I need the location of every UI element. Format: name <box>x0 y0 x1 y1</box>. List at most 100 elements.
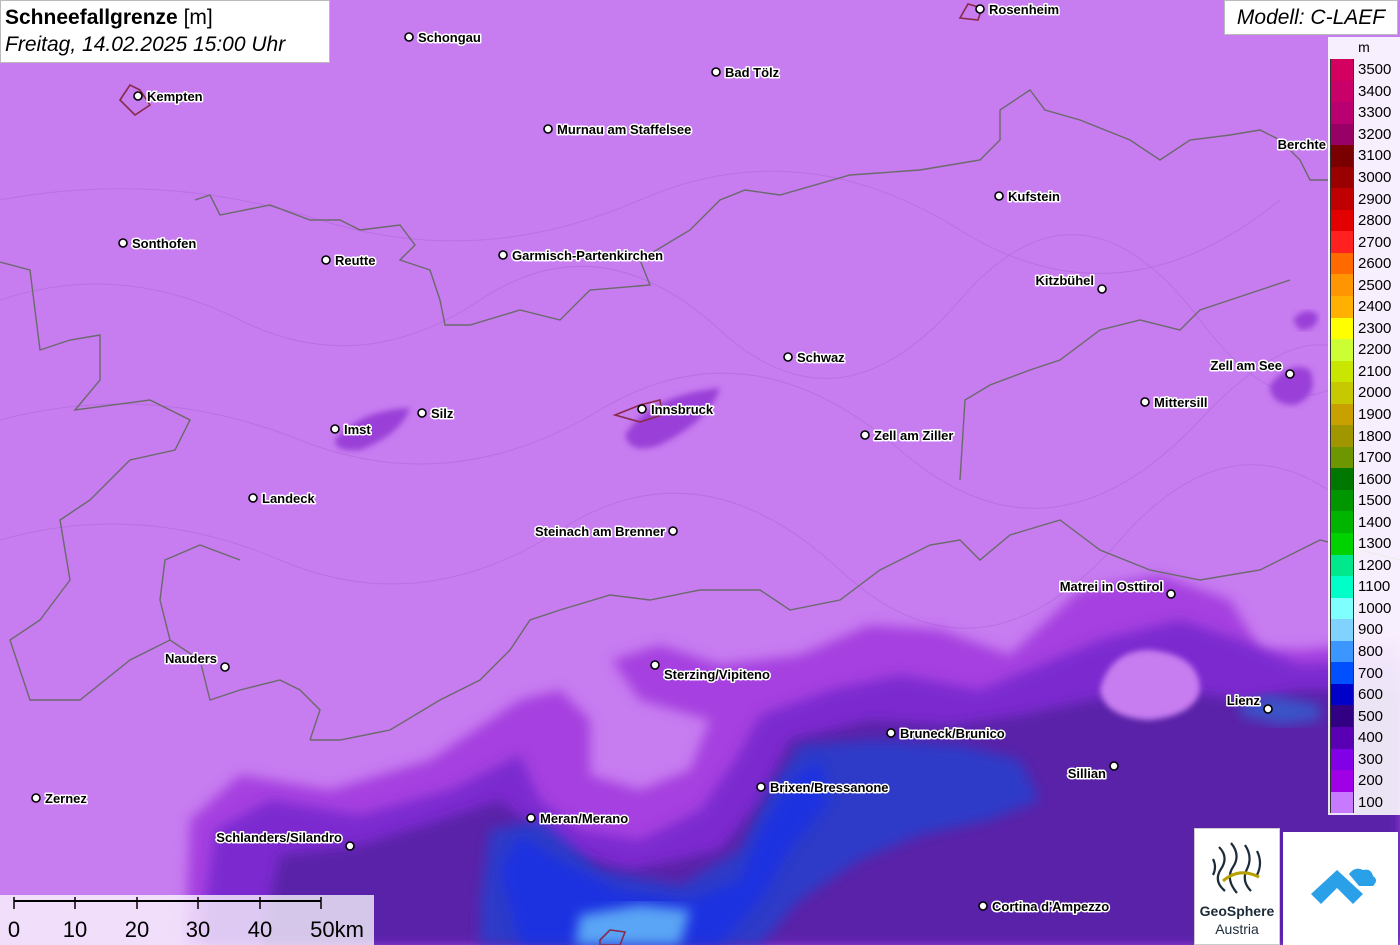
snowfall-map[interactable]: Rosenheim Schongau Kempten Bad Tölz Murnau a… <box>0 0 1400 945</box>
legend-row: 2000 <box>1330 382 1400 404</box>
legend-label: 2200 <box>1358 341 1392 359</box>
city-label: Sonthofen <box>132 236 196 251</box>
city-dot <box>526 813 536 823</box>
legend-swatch <box>1330 317 1354 340</box>
legend-row: 1500 <box>1330 489 1400 512</box>
legend-label: 1700 <box>1358 449 1392 467</box>
city-dot <box>756 782 766 792</box>
city-label: Kempten <box>147 89 203 104</box>
legend-label: 3100 <box>1358 147 1392 165</box>
legend-row: 3100 <box>1330 145 1400 167</box>
legend-row: 1200 <box>1330 554 1400 577</box>
legend-label: 500 <box>1358 707 1384 725</box>
legend-row: 2400 <box>1330 296 1400 318</box>
legend-swatch <box>1330 705 1354 727</box>
city-label: Bad Tölz <box>725 65 780 80</box>
legend-row: 800 <box>1330 640 1400 663</box>
city-label: Garmisch-Partenkirchen <box>512 248 663 263</box>
legend-label: 3300 <box>1358 104 1392 122</box>
legend-swatch <box>1330 468 1354 490</box>
legend-row: 1300 <box>1330 533 1400 555</box>
city-label: Sterzing/Vipiteno <box>664 667 770 682</box>
scale-label: 40 <box>247 917 273 942</box>
legend-label: 2800 <box>1358 212 1392 230</box>
legend-swatch <box>1330 59 1354 81</box>
legend-swatch <box>1330 662 1354 684</box>
legend-swatch <box>1330 102 1354 124</box>
legend-label: 200 <box>1358 772 1384 790</box>
city-label: Kitzbühel <box>1036 273 1095 288</box>
geosphere-name: GeoSphere <box>1199 903 1275 919</box>
scale-label: 0 <box>7 917 21 942</box>
city-label: Landeck <box>262 491 316 506</box>
legend-row: 3000 <box>1330 166 1400 189</box>
city-label: Zell am See <box>1210 358 1282 373</box>
legend-swatch <box>1330 382 1354 404</box>
city-label: Zernez <box>45 791 87 806</box>
legend-swatch <box>1330 791 1354 814</box>
city-label: Rosenheim <box>989 2 1059 17</box>
city-label: Steinach am Brenner <box>535 524 665 539</box>
legend-unit: m <box>1358 39 1370 55</box>
legend-row: 1600 <box>1330 468 1400 490</box>
legend-row: 1100 <box>1330 576 1400 598</box>
city-label: Reutte <box>335 253 375 268</box>
city-label: Lienz <box>1227 693 1261 708</box>
city-dot <box>1285 369 1295 379</box>
city-dot <box>118 238 128 248</box>
legend-row: 300 <box>1330 748 1400 771</box>
city-label: Cortina d'Ampezzo <box>992 899 1109 914</box>
legend-swatch <box>1330 274 1354 297</box>
legend-label: 3200 <box>1358 125 1392 143</box>
city-dot <box>650 660 660 670</box>
weather-app-logo[interactable] <box>1283 832 1398 945</box>
city-label: Bruneck/Brunico <box>900 726 1005 741</box>
legend-label: 2900 <box>1358 190 1392 208</box>
city-dot <box>417 408 427 418</box>
city-dot <box>1140 397 1150 407</box>
legend-swatch <box>1330 145 1354 167</box>
city-dot <box>31 793 41 803</box>
city-label: Mittersill <box>1154 395 1207 410</box>
city-dot <box>637 404 647 414</box>
legend-swatch <box>1330 446 1354 469</box>
legend-swatch <box>1330 166 1354 189</box>
legend-row: 2200 <box>1330 339 1400 361</box>
city-dot <box>860 430 870 440</box>
scale-label: 50km <box>310 917 364 942</box>
scale-bar: 0 10 20 30 40 50km <box>0 895 374 945</box>
legend-row: 1700 <box>1330 446 1400 469</box>
legend-label: 2000 <box>1358 384 1392 402</box>
city-label: Schlanders/Silandro <box>216 830 342 845</box>
legend-swatch <box>1330 683 1354 706</box>
map-datetime: Freitag, 14.02.2025 15:00 Uhr <box>5 33 286 56</box>
city-dot <box>404 32 414 42</box>
legend-row: 1000 <box>1330 597 1400 620</box>
city-label: Kufstein <box>1008 189 1060 204</box>
legend-label: 100 <box>1358 793 1384 811</box>
legend-row: 2700 <box>1330 231 1400 253</box>
legend-label: 2400 <box>1358 298 1392 316</box>
city-label: Murnau am Staffelsee <box>557 122 691 137</box>
city-dot <box>1097 284 1107 294</box>
legend-swatch <box>1330 209 1354 232</box>
legend-row: 2300 <box>1330 317 1400 340</box>
city-label: Berchte <box>1278 137 1326 152</box>
legend-row: 200 <box>1330 770 1400 792</box>
city-label: Matrei in Osttirol <box>1060 579 1163 594</box>
legend-row: 3500 <box>1330 59 1400 81</box>
city-dot <box>668 526 678 536</box>
legend-swatch <box>1330 339 1354 361</box>
legend-swatch <box>1330 123 1354 146</box>
geosphere-country: Austria <box>1215 921 1259 937</box>
city-dot <box>133 91 143 101</box>
legend-label: 400 <box>1358 729 1384 747</box>
geosphere-logo[interactable]: GeoSphere Austria <box>1194 828 1280 945</box>
city-label: Brixen/Bressanone <box>770 780 889 795</box>
legend-label: 2100 <box>1358 362 1392 380</box>
city-label: Sillian <box>1068 766 1106 781</box>
city-dot <box>330 424 340 434</box>
model-label: Modell: C-LAEF <box>1224 0 1398 35</box>
city-dot <box>711 67 721 77</box>
legend-label: 2700 <box>1358 233 1392 251</box>
